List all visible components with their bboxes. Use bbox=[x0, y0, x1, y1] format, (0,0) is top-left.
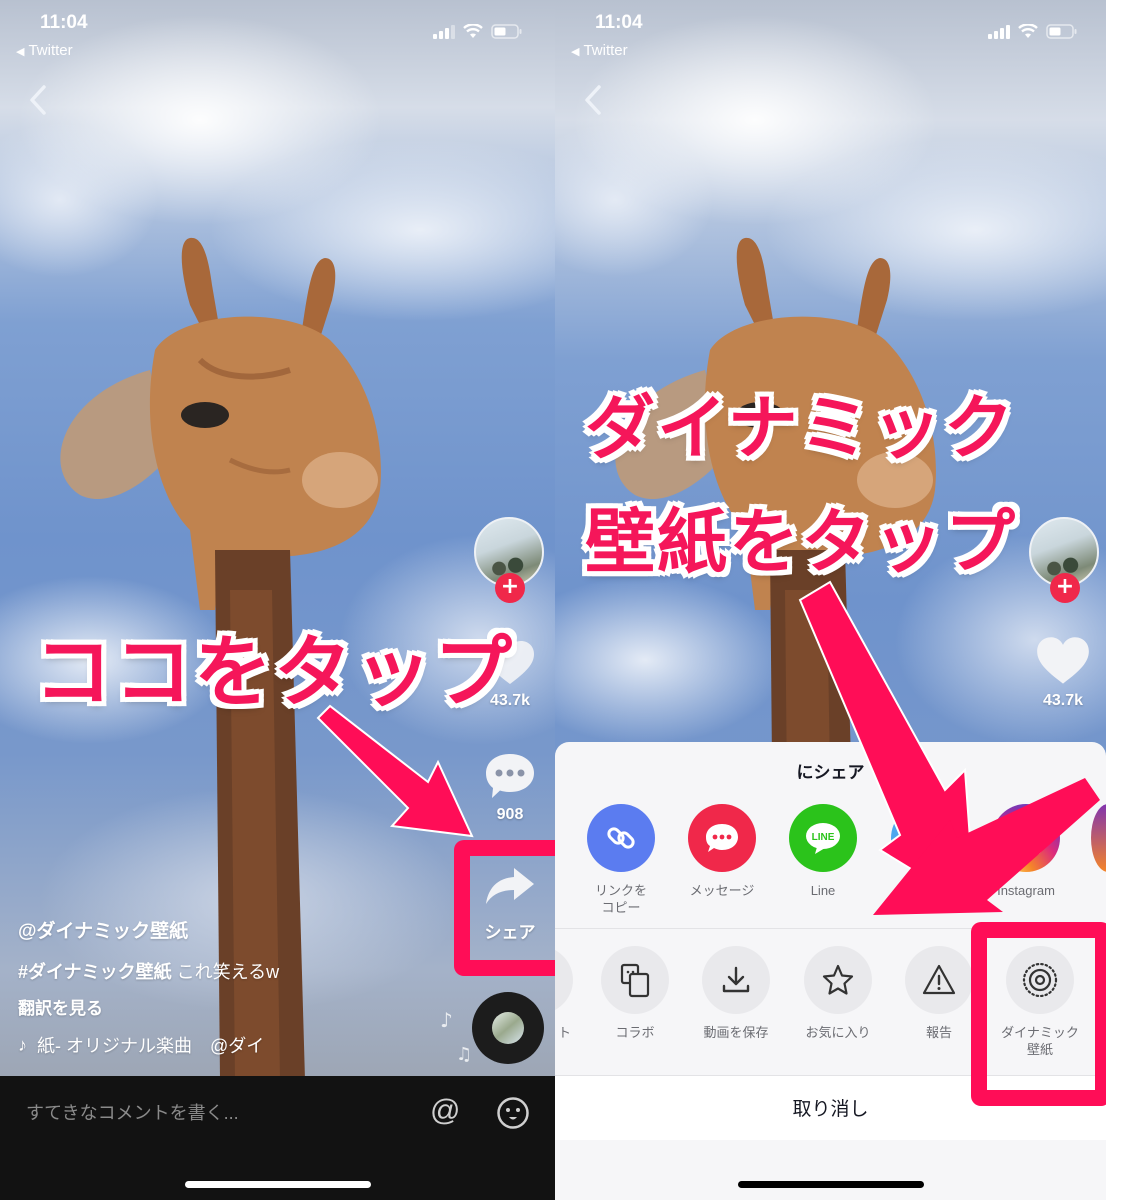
back-app-label: Twitter bbox=[583, 42, 628, 59]
home-indicator bbox=[737, 1181, 924, 1188]
annotation-line1: ダイナミック bbox=[585, 387, 1016, 469]
action-label: 動画を保存 bbox=[703, 1025, 769, 1040]
comment-count: 908 bbox=[496, 806, 524, 823]
comment-bubble-icon[interactable] bbox=[484, 752, 536, 800]
caption-username[interactable]: @ダイナミック壁紙 bbox=[18, 916, 188, 943]
back-to-app-link[interactable]: ◀ Twitter bbox=[571, 42, 628, 59]
annotation-line2: 壁紙をタップ bbox=[585, 501, 1017, 583]
annotation-highlight-dynamic-wallpaper bbox=[971, 922, 1106, 1106]
status-icons bbox=[988, 24, 1078, 39]
back-to-app-link[interactable]: ◀ Twitter bbox=[16, 42, 73, 59]
share-sheet-title: にシェア bbox=[796, 763, 865, 782]
share-message[interactable]: メッセージ bbox=[672, 804, 772, 899]
partial-icon bbox=[555, 946, 573, 1014]
share-label: メッセージ bbox=[689, 883, 755, 898]
caption-hashtag[interactable]: #ダイナミック壁紙 bbox=[18, 962, 172, 982]
share-label: Twitter bbox=[905, 883, 945, 898]
battery-icon bbox=[491, 24, 522, 39]
tiktok-note-icon: ♪ bbox=[18, 1034, 27, 1055]
status-time: 11:04 bbox=[595, 12, 643, 33]
wifi-icon bbox=[463, 24, 483, 38]
share-instagram[interactable]: Instagram bbox=[976, 804, 1076, 899]
share-twitter[interactable]: Twitter bbox=[875, 804, 975, 899]
action-label: ト bbox=[557, 1025, 571, 1040]
action-label: コラボ bbox=[615, 1025, 655, 1040]
follow-plus-button[interactable]: + bbox=[1050, 573, 1080, 603]
link-icon bbox=[587, 804, 655, 872]
share-label: Instagram bbox=[997, 883, 1055, 898]
action-favorite[interactable]: お気に入り bbox=[788, 946, 888, 1041]
home-indicator bbox=[184, 1181, 371, 1188]
warning-icon bbox=[905, 946, 973, 1014]
caption-description: #ダイナミック壁紙 これ笑えるw bbox=[18, 958, 279, 984]
download-icon bbox=[702, 946, 770, 1014]
star-icon bbox=[804, 946, 872, 1014]
annotation-highlight-share bbox=[454, 840, 555, 976]
music-disc[interactable] bbox=[472, 992, 544, 1064]
mention-at-button[interactable]: @ bbox=[430, 1094, 460, 1128]
action-save-video[interactable]: 動画を保存 bbox=[686, 946, 786, 1041]
music-note-icon: ♪ bbox=[440, 1008, 453, 1032]
wifi-icon bbox=[1018, 24, 1038, 38]
share-copy-link[interactable]: リンクを コピー bbox=[571, 804, 671, 916]
share-more-partial[interactable] bbox=[1091, 804, 1106, 872]
back-app-label: Twitter bbox=[28, 42, 73, 59]
collab-icon bbox=[601, 946, 669, 1014]
svg-text:LINE: LINE bbox=[812, 832, 835, 843]
action-partial[interactable]: ト bbox=[555, 946, 589, 1041]
battery-icon bbox=[1046, 24, 1077, 39]
message-icon bbox=[688, 804, 756, 872]
right-screenshot: 11:04 ◀ Twitter + 43.7k にシェア リンクを コピー メッセ… bbox=[555, 0, 1106, 1200]
instagram-icon bbox=[992, 804, 1060, 872]
comment-bar: @ bbox=[0, 1076, 555, 1200]
status-time: 11:04 bbox=[40, 12, 88, 33]
like-count: 43.7k bbox=[1042, 692, 1084, 709]
left-screenshot: 11:04 ◀ Twitter + 43.7k 908 シェア ♪ ♫ @ダイナミ… bbox=[0, 0, 555, 1200]
back-chevron-icon[interactable] bbox=[26, 82, 50, 118]
cellular-signal-icon bbox=[433, 24, 455, 39]
caption-text: これ笑えるw bbox=[176, 962, 280, 982]
music-notes-icon: ♫ bbox=[456, 1044, 473, 1065]
line-icon: LINE bbox=[789, 804, 857, 872]
music-ticker[interactable]: ♪ 紙- オリジナル楽曲 @ダイ bbox=[18, 1032, 264, 1058]
see-translation-link[interactable]: 翻訳を見る bbox=[18, 994, 103, 1019]
annotation-tap-here: ココをタップ bbox=[34, 628, 515, 718]
back-triangle-icon: ◀ bbox=[571, 46, 580, 58]
back-chevron-icon[interactable] bbox=[581, 82, 605, 118]
share-label: リンクを コピー bbox=[594, 883, 647, 915]
cellular-signal-icon bbox=[988, 24, 1010, 39]
share-label: Line bbox=[810, 883, 836, 898]
comment-input[interactable] bbox=[26, 1098, 406, 1128]
twitter-icon bbox=[891, 804, 959, 872]
like-heart-icon[interactable] bbox=[1035, 636, 1091, 686]
action-label: お気に入り bbox=[805, 1025, 871, 1040]
share-line[interactable]: LINE Line bbox=[773, 804, 873, 899]
back-triangle-icon: ◀ bbox=[16, 46, 25, 58]
music-title: 紙- オリジナル楽曲 @ダイ bbox=[37, 1036, 265, 1056]
status-icons bbox=[433, 24, 523, 39]
action-collab[interactable]: コラボ bbox=[585, 946, 685, 1041]
emoji-icon[interactable] bbox=[496, 1096, 530, 1130]
follow-plus-button[interactable]: + bbox=[495, 573, 525, 603]
